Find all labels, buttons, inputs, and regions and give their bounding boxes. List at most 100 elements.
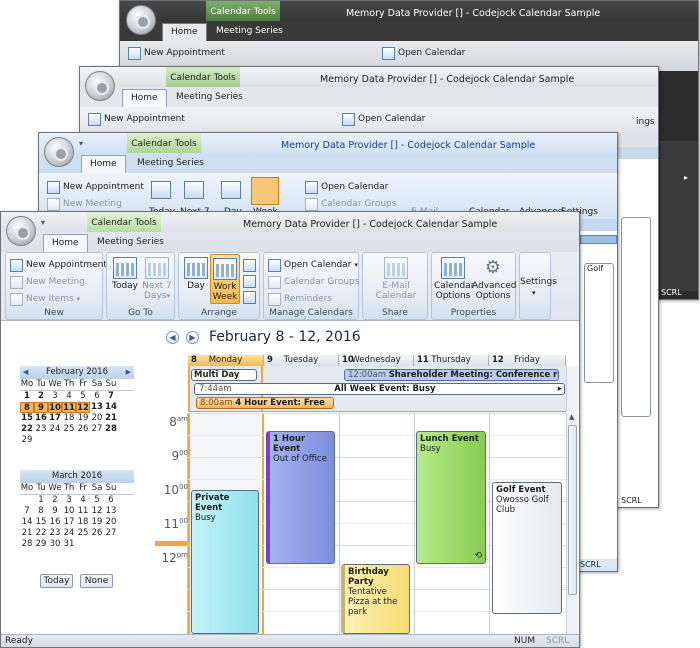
mini-calendar-day[interactable]: 2: [34, 391, 48, 402]
quick-access-toolbar-icon[interactable]: ▾: [41, 218, 45, 227]
previous-week-button[interactable]: ◀: [166, 331, 179, 344]
tab-meeting-series[interactable]: Meeting Series: [208, 23, 291, 41]
reminders-button[interactable]: Reminders: [268, 291, 332, 307]
mini-calendar-day[interactable]: 12: [76, 402, 90, 413]
tab-home[interactable]: Home: [122, 89, 167, 107]
new-appointment-button[interactable]: New Appointment: [88, 111, 185, 127]
mini-calendar-day[interactable]: 4: [62, 391, 76, 402]
new-meeting-button[interactable]: New Meeting: [10, 274, 85, 290]
tab-home[interactable]: Home: [43, 234, 88, 252]
open-calendar-button[interactable]: Open Calendar ▾: [268, 257, 358, 273]
mini-calendar-day[interactable]: 11: [76, 506, 90, 517]
calendar-tools-context-tab[interactable]: Calendar Tools: [87, 212, 161, 233]
mini-calendar-day[interactable]: 20: [104, 517, 118, 528]
tab-meeting-series[interactable]: Meeting Series: [129, 155, 212, 173]
mini-calendar-day[interactable]: 15: [34, 517, 48, 528]
day-header[interactable]: Friday 12: [489, 355, 566, 366]
context-tab[interactable]: Calendar Tools: [127, 133, 201, 154]
mini-calendar-day[interactable]: 18: [76, 517, 90, 528]
mini-calendar-day[interactable]: 1: [34, 495, 48, 506]
timeline-view-small-icon[interactable]: [243, 291, 256, 304]
open-calendar-button[interactable]: Open Calendar: [342, 111, 425, 127]
next7-icon[interactable]: [184, 181, 204, 199]
mini-calendar-day[interactable]: 21: [104, 413, 118, 424]
mini-calendar-day[interactable]: 13: [104, 506, 118, 517]
month-view-small-icon[interactable]: [243, 275, 256, 288]
app-orb-button[interactable]: [6, 216, 36, 246]
open-calendar-button[interactable]: Open Calendar: [305, 179, 388, 195]
mini-calendar-day[interactable]: 17: [48, 413, 62, 424]
tab-home[interactable]: Home: [81, 155, 126, 173]
mini-calendar-day[interactable]: 22: [20, 424, 34, 435]
new-items-button[interactable]: New Items ▾: [10, 291, 80, 307]
all-day-scrollbar[interactable]: [566, 366, 578, 412]
work-week-view-button[interactable]: Work Week: [210, 254, 240, 304]
vertical-scrollbar[interactable]: ▲: [566, 413, 578, 634]
mini-calendar-day[interactable]: 8: [34, 506, 48, 517]
app-orb-button[interactable]: [85, 71, 115, 101]
mini-calendar-day[interactable]: 23: [34, 424, 48, 435]
mini-calendar-day[interactable]: 30: [48, 539, 62, 550]
quick-access-toolbar-icon[interactable]: ▾: [79, 139, 83, 148]
mini-calendar-day[interactable]: 19: [76, 413, 90, 424]
next-7-days-button[interactable]: Next 7 Days▾: [141, 257, 173, 301]
golf-event[interactable]: Golf Event Owosso Golf Club: [492, 482, 562, 614]
calendar-options-button[interactable]: Calendar Options: [434, 257, 474, 301]
email-calendar-button[interactable]: E-Mail Calendar: [367, 257, 425, 301]
multi-day-event[interactable]: Multi Day Event: [191, 369, 257, 381]
mini-calendar-day[interactable]: 26: [90, 528, 104, 539]
mini-calendar-day[interactable]: 10: [48, 402, 62, 413]
mini-calendar-day[interactable]: 24: [62, 528, 76, 539]
birthday-party-event[interactable]: Birthday Party Tentative Pizza at the pa…: [341, 564, 410, 634]
mini-calendar-day[interactable]: 27: [104, 528, 118, 539]
none-button[interactable]: None: [80, 574, 113, 588]
mini-calendar-day[interactable]: 25: [76, 528, 90, 539]
context-tab[interactable]: Calendar Tools: [206, 1, 280, 22]
mini-calendar-day[interactable]: 29: [34, 539, 48, 550]
new-meeting-button[interactable]: New Meeting: [47, 196, 122, 212]
mini-calendar-day[interactable]: 6: [90, 391, 104, 402]
mini-calendar-day[interactable]: 4: [76, 495, 90, 506]
settings-button[interactable]: ings: [636, 117, 655, 127]
mini-calendar-day[interactable]: 13: [90, 402, 104, 413]
mini-calendar-day[interactable]: 3: [62, 495, 76, 506]
calendar-groups-button[interactable]: Calendar Groups▾: [268, 274, 366, 290]
lunch-event[interactable]: Lunch Event Busy ⟲: [416, 431, 486, 564]
day-header[interactable]: Monday 8: [188, 355, 264, 366]
scroll-up-icon[interactable]: ▲: [569, 413, 574, 421]
prev-month-icon[interactable]: ◀: [23, 368, 28, 376]
mini-calendar-day[interactable]: 9: [48, 506, 62, 517]
mini-calendar-day[interactable]: 15: [20, 413, 34, 424]
all-week-event[interactable]: 7:44am All Week Event: Busy ▸: [194, 383, 565, 395]
mini-calendar-day[interactable]: 8: [20, 402, 34, 413]
one-hour-event[interactable]: 1 Hour Event Out of Office: [266, 431, 335, 564]
day-header[interactable]: Thursday 11: [414, 355, 489, 366]
mini-calendar-day[interactable]: 19: [90, 517, 104, 528]
next-month-icon[interactable]: ▶: [126, 368, 131, 376]
four-hour-event[interactable]: 8:00am 4 Hour Event: Free: [196, 397, 334, 409]
day-header[interactable]: Wednesday 10: [339, 355, 414, 366]
mini-calendar-day[interactable]: 21: [20, 528, 34, 539]
mini-calendar-day[interactable]: 2: [48, 495, 62, 506]
mini-calendar-day[interactable]: 16: [48, 517, 62, 528]
mini-calendar-day[interactable]: 23: [48, 528, 62, 539]
scrollbar-thumb[interactable]: [568, 425, 577, 595]
mini-calendar-day[interactable]: 7: [20, 506, 34, 517]
mini-calendar-day[interactable]: 27: [90, 424, 104, 435]
private-event[interactable]: Private Event Busy: [191, 490, 259, 634]
mini-calendar-day[interactable]: 24: [48, 424, 62, 435]
mini-calendar-day[interactable]: 14: [104, 402, 118, 413]
open-calendar-button[interactable]: Open Calendar: [382, 45, 465, 61]
day-icon[interactable]: [221, 181, 241, 199]
app-orb-button[interactable]: [44, 137, 74, 167]
mini-calendar-day[interactable]: 1: [20, 391, 34, 402]
week-icon[interactable]: [251, 177, 279, 205]
mini-calendar-day[interactable]: 31: [62, 539, 76, 550]
day-header[interactable]: Tuesday 9: [264, 355, 339, 366]
week-view-small-icon[interactable]: [243, 259, 256, 272]
new-appointment-button[interactable]: New Appointment: [47, 179, 144, 195]
mini-calendar-day[interactable]: 14: [20, 517, 34, 528]
tab-home[interactable]: Home: [162, 23, 207, 41]
calendar-groups-button[interactable]: Calendar Groups: [305, 196, 396, 212]
mini-calendar-day[interactable]: 17: [62, 517, 76, 528]
